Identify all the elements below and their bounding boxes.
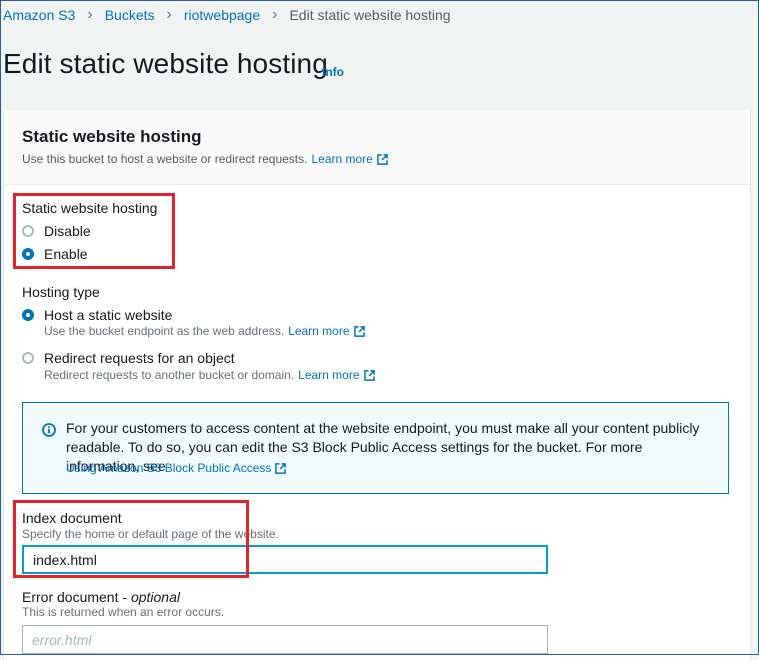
info-icon [42,423,56,437]
external-link-icon[interactable] [363,369,375,381]
index-document-input[interactable] [22,545,548,574]
radio-disable[interactable] [22,225,34,237]
chevron-right-icon: › [87,6,93,23]
error-document-desc: This is returned when an error occurs. [22,605,225,619]
external-link-icon[interactable] [275,462,287,474]
static-website-hosting-panel: Static website hosting Use this bucket t… [4,110,750,660]
breadcrumb-buckets[interactable]: Buckets [105,7,155,23]
info-link[interactable]: Info [322,65,344,79]
breadcrumb-current: Edit static website hosting [289,7,451,23]
host-static-description: Use the bucket endpoint as the web addre… [44,324,365,338]
hosting-type-label: Hosting type [22,284,100,300]
radio-redirect[interactable] [22,352,34,364]
panel-description: Use this bucket to host a website or red… [22,152,388,166]
radio-disable-label[interactable]: Disable [44,223,91,239]
error-document-input[interactable] [22,625,548,654]
index-document-label: Index document [22,510,122,526]
radio-host-static[interactable] [22,309,34,321]
learn-more-link[interactable]: Learn more [298,368,359,382]
breadcrumb: Amazon S3 › Buckets › riotwebpage › Edit… [3,6,451,24]
block-public-access-link[interactable]: Using Amazon S3 Block Public Access [66,461,271,475]
host-static-desc-text: Use the bucket endpoint as the web addre… [44,324,285,338]
panel-title: Static website hosting [22,127,202,146]
radio-redirect-label[interactable]: Redirect requests for an object [44,350,235,366]
optional-text: optional [130,589,180,605]
hosting-label: Static website hosting [22,200,158,216]
panel-header: Static website hosting Use this bucket t… [4,110,750,185]
panel-description-text: Use this bucket to host a website or red… [22,152,308,166]
radio-enable-label[interactable]: Enable [44,246,88,262]
alert-link-row: Using Amazon S3 Block Public Access [66,461,287,475]
redirect-description: Redirect requests to another bucket or d… [44,368,375,382]
index-document-desc: Specify the home or default page of the … [22,527,279,541]
external-link-icon[interactable] [353,325,365,337]
chevron-right-icon: › [166,6,172,23]
info-alert: For your customers to access content at … [22,402,729,494]
error-document-label-text: Error document - [22,589,131,605]
radio-enable[interactable] [22,248,34,260]
external-link-icon[interactable] [377,153,388,165]
learn-more-link[interactable]: Learn more [311,152,372,166]
learn-more-link[interactable]: Learn more [288,324,349,338]
chevron-right-icon: › [272,6,278,23]
breadcrumb-bucket[interactable]: riotwebpage [184,7,260,23]
radio-host-static-label[interactable]: Host a static website [44,307,172,323]
redirect-desc-text: Redirect requests to another bucket or d… [44,368,295,382]
error-document-label: Error document - optional [22,589,180,605]
page-title: Edit static website hosting [3,48,328,79]
breadcrumb-amazon-s3[interactable]: Amazon S3 [3,7,75,23]
